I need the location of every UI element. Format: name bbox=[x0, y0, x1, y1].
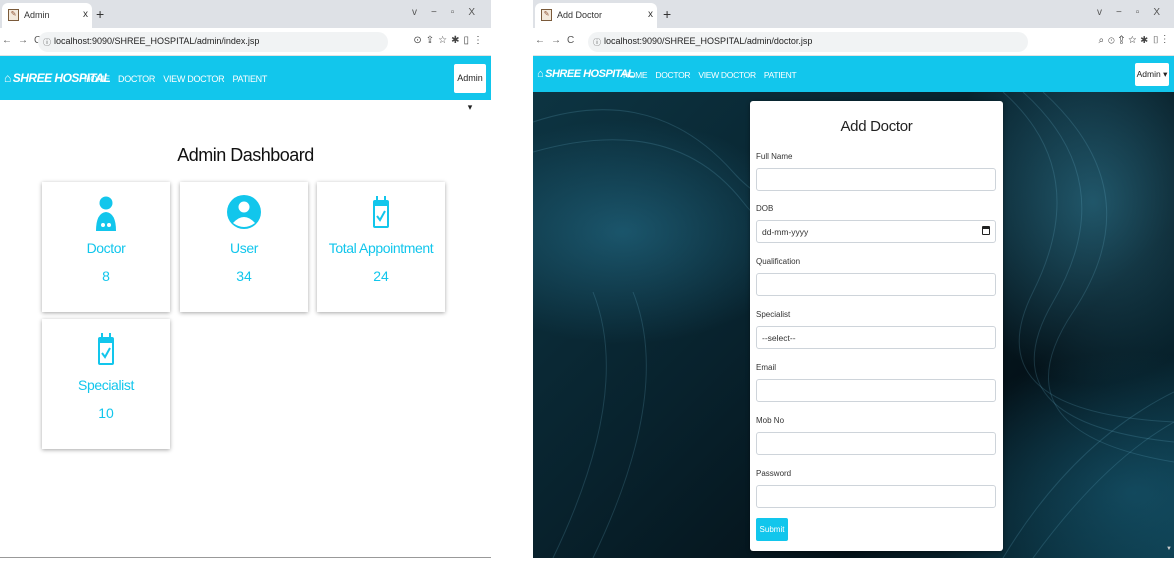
favicon-icon: ✎ bbox=[8, 9, 19, 21]
extension-icons[interactable]: ⊙⇪☆✱▯⋮ bbox=[413, 35, 487, 46]
label-specialist: Specialist bbox=[756, 310, 791, 319]
dob-placeholder: dd-mm-yyyy bbox=[762, 227, 809, 237]
address-bar-row: ←→C ⓘ localhost:9090/SHREE_HOSPITAL/admi… bbox=[533, 28, 1174, 56]
label-dob: DOB bbox=[756, 204, 774, 213]
url-text: localhost:9090/SHREE_HOSPITAL/admin/doct… bbox=[604, 36, 813, 46]
navigation-icons[interactable]: ←→C bbox=[535, 35, 580, 46]
tab-title: Admin bbox=[24, 10, 50, 20]
card-label: Doctor bbox=[86, 240, 126, 256]
label-qualification: Qualification bbox=[756, 257, 801, 266]
dob-input[interactable]: dd-mm-yyyy bbox=[756, 220, 996, 243]
nav-link-patient[interactable]: PATIENT bbox=[764, 70, 797, 80]
close-tab-icon[interactable]: x bbox=[83, 9, 88, 20]
email-input[interactable] bbox=[756, 379, 996, 402]
nav-link-view-doctor[interactable]: VIEW DOCTOR bbox=[698, 70, 756, 80]
url-field[interactable]: ⓘ localhost:9090/SHREE_HOSPITAL/admin/do… bbox=[588, 32, 1028, 52]
window-controls[interactable]: v−▫X bbox=[412, 7, 489, 18]
password-input[interactable] bbox=[756, 485, 996, 508]
url-field[interactable]: ⓘ localhost:9090/SHREE_HOSPITAL/admin/in… bbox=[38, 32, 388, 52]
nav-link-view-doctor[interactable]: VIEW DOCTOR bbox=[163, 74, 224, 84]
nav-link-home[interactable]: HOME bbox=[84, 74, 110, 84]
card-label: Total Appointment bbox=[328, 240, 434, 256]
specialist-select[interactable]: --select-- bbox=[756, 326, 996, 349]
nav-links: HOME DOCTOR VIEW DOCTOR PATIENT bbox=[623, 70, 802, 80]
nav-link-doctor[interactable]: DOCTOR bbox=[655, 70, 690, 80]
card-label: User bbox=[230, 240, 258, 256]
nav-link-doctor[interactable]: DOCTOR bbox=[118, 74, 155, 84]
admin-dropdown-button[interactable]: Admin ▾ bbox=[1135, 63, 1169, 86]
window-controls[interactable]: v−▫X bbox=[1097, 7, 1174, 18]
card-value: 10 bbox=[98, 405, 114, 421]
new-tab-icon[interactable]: + bbox=[96, 6, 104, 22]
tab-title: Add Doctor bbox=[557, 10, 603, 20]
doctor-icon bbox=[96, 196, 116, 231]
card-user[interactable]: User 34 bbox=[180, 182, 308, 312]
nav-link-home[interactable]: HOME bbox=[623, 70, 648, 80]
nav-links: HOME DOCTOR VIEW DOCTOR PATIENT bbox=[84, 74, 273, 84]
site-navbar: ⌂ SHREE HOSPITAL HOME DOCTOR VIEW DOCTOR … bbox=[533, 56, 1174, 92]
hospital-icon: ⌂ bbox=[537, 68, 544, 80]
extension-icons[interactable]: ⌕⊙⇪☆✱▯⋮ bbox=[1099, 35, 1170, 46]
label-email: Email bbox=[756, 363, 777, 372]
mob-no-input[interactable] bbox=[756, 432, 996, 455]
hospital-icon: ⌂ bbox=[4, 71, 11, 85]
calendar-check-icon bbox=[373, 196, 389, 228]
card-value: 24 bbox=[373, 268, 389, 284]
url-text: localhost:9090/SHREE_HOSPITAL/admin/inde… bbox=[54, 36, 260, 46]
label-password: Password bbox=[756, 469, 792, 478]
add-doctor-form: Add Doctor Full Name DOB dd-mm-yyyy Qual… bbox=[750, 101, 1003, 551]
admin-dropdown-button[interactable]: Admin ▾ bbox=[454, 64, 486, 112]
admin-dashboard-window: ✎ Admin x + v−▫X ←→C ⓘ localhost:9090/SH… bbox=[0, 0, 491, 558]
page-title: Admin Dashboard bbox=[177, 145, 314, 165]
browser-tab[interactable]: ✎ Add Doctor x bbox=[535, 3, 657, 28]
user-icon bbox=[227, 195, 261, 229]
card-value: 8 bbox=[102, 268, 110, 284]
calendar-icon[interactable] bbox=[982, 226, 990, 235]
qualification-input[interactable] bbox=[756, 273, 996, 296]
tab-bar: ✎ Admin x + v−▫X bbox=[0, 0, 491, 28]
new-tab-icon[interactable]: + bbox=[663, 6, 671, 22]
info-icon[interactable]: ⓘ bbox=[43, 37, 51, 48]
close-tab-icon[interactable]: x bbox=[648, 9, 653, 20]
calendar-check-icon bbox=[98, 333, 114, 365]
card-specialist[interactable]: Specialist 10 bbox=[42, 319, 170, 449]
site-navbar: ⌂ SHREE HOSPITAL HOME DOCTOR VIEW DOCTOR … bbox=[0, 56, 491, 112]
site-brand[interactable]: ⌂ SHREE HOSPITAL bbox=[537, 68, 634, 80]
scrollbar-arrow-icon[interactable]: ▼ bbox=[1166, 546, 1172, 552]
form-title: Add Doctor bbox=[840, 118, 913, 135]
tab-bar: ✎ Add Doctor x + v−▫X bbox=[533, 0, 1174, 28]
favicon-icon: ✎ bbox=[541, 9, 552, 21]
info-icon[interactable]: ⓘ bbox=[593, 37, 601, 48]
card-total-appointment[interactable]: Total Appointment 24 bbox=[317, 182, 445, 312]
add-doctor-window: ✎ Add Doctor x + v−▫X ←→C ⓘ localhost:90… bbox=[533, 0, 1174, 558]
card-label: Specialist bbox=[78, 377, 134, 393]
submit-button[interactable]: Submit bbox=[756, 518, 788, 541]
card-value: 34 bbox=[236, 268, 252, 284]
card-doctor[interactable]: Doctor 8 bbox=[42, 182, 170, 312]
nav-link-patient[interactable]: PATIENT bbox=[233, 74, 268, 84]
browser-tab[interactable]: ✎ Admin x bbox=[2, 3, 92, 28]
label-mob-no: Mob No bbox=[756, 416, 785, 425]
full-name-input[interactable] bbox=[756, 168, 996, 191]
label-full-name: Full Name bbox=[756, 152, 793, 161]
address-bar-row: ←→C ⓘ localhost:9090/SHREE_HOSPITAL/admi… bbox=[0, 28, 491, 56]
